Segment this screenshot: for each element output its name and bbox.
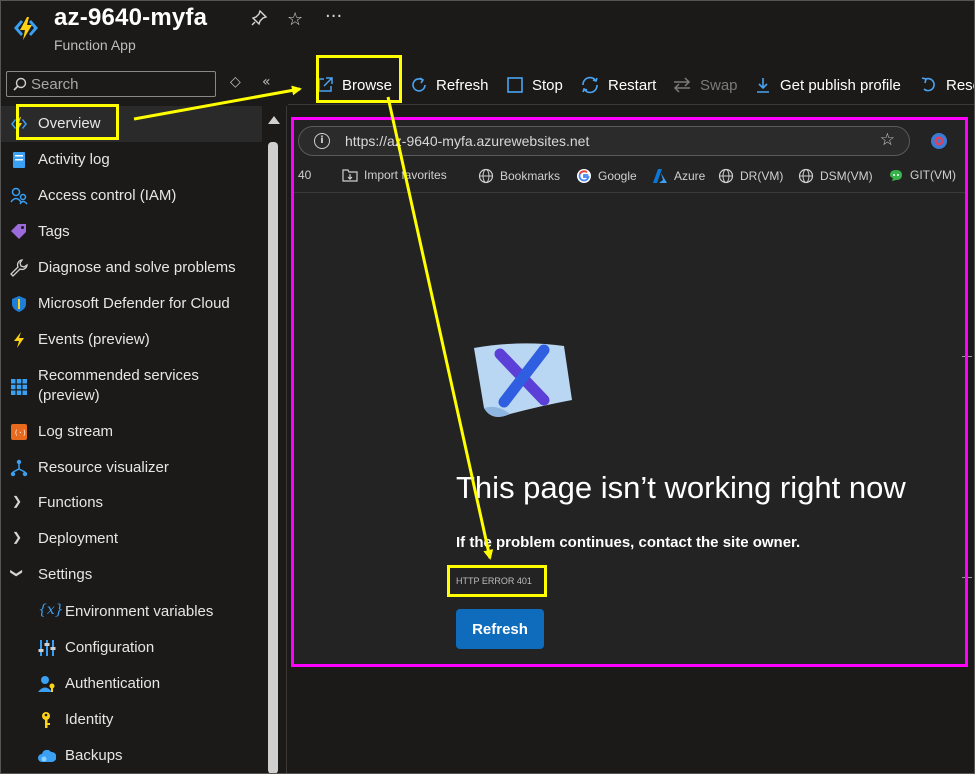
sidebar-item-log-stream[interactable]: (·) Log stream xyxy=(0,414,262,450)
globe-icon xyxy=(798,168,814,184)
globe-icon xyxy=(478,168,494,184)
sidebar-item-settings[interactable]: ❯ Settings xyxy=(0,558,262,594)
get-publish-profile-button[interactable]: Get publish profile xyxy=(754,68,901,102)
chevron-right-icon: ❯ xyxy=(12,530,23,544)
identity-key-icon xyxy=(42,712,50,728)
sidebar-item-defender[interactable]: Microsoft Defender for Cloud xyxy=(0,286,262,322)
tag-icon xyxy=(11,224,26,239)
search-input[interactable] xyxy=(31,74,211,94)
error-title: This page isn’t working right now xyxy=(456,470,906,505)
iam-icon xyxy=(10,187,28,205)
variable-icon: {x} xyxy=(38,602,64,618)
browser-window: i https://az-9640-myfa.azurewebsites.net… xyxy=(294,120,966,666)
edge-tick xyxy=(962,356,972,357)
edge-tick xyxy=(962,577,972,578)
collapse-sidebar-icon[interactable]: « xyxy=(262,74,271,90)
shield-icon xyxy=(12,296,26,312)
reset-icon xyxy=(921,77,935,92)
bookmark-import-favorites[interactable]: Import favorites xyxy=(342,168,447,182)
scroll-thumb[interactable] xyxy=(268,142,278,774)
error-message: If the problem continues, contact the si… xyxy=(456,534,801,551)
sort-icon[interactable]: ◇ xyxy=(230,74,241,90)
bookmark-dsm-vm[interactable]: DSM(VM) xyxy=(798,168,873,184)
star-icon[interactable]: ☆ xyxy=(287,9,303,30)
chevron-down-icon: ❯ xyxy=(10,567,25,579)
bookmark-bookmarks[interactable]: Bookmarks xyxy=(478,168,560,184)
function-app-icon xyxy=(11,117,27,131)
cloud-backup-icon xyxy=(38,749,56,762)
user-key-icon xyxy=(38,676,55,692)
scroll-up-arrow-icon[interactable] xyxy=(268,116,280,124)
sidebar-item-tags[interactable]: Tags xyxy=(0,214,262,250)
sidebar-item-environment-variables[interactable]: {x} Environment variables xyxy=(0,594,262,630)
pin-icon[interactable] xyxy=(250,9,268,32)
site-info-icon[interactable]: i xyxy=(314,133,330,149)
lightning-icon xyxy=(14,332,24,348)
toolbar-divider xyxy=(288,104,975,105)
search-box[interactable] xyxy=(6,71,216,97)
download-icon xyxy=(757,78,769,93)
sidebar-item-diagnose[interactable]: Diagnose and solve problems xyxy=(0,250,262,286)
bookmark-dr-vm[interactable]: DR(VM) xyxy=(718,168,783,184)
sidebar-item-access-control[interactable]: Access control (IAM) xyxy=(0,178,262,214)
resource-header: az-9640-myfa Function App ☆ ··· xyxy=(0,0,975,62)
error-code: HTTP ERROR 401 xyxy=(456,576,532,586)
stop-icon xyxy=(507,77,523,93)
resource-title: az-9640-myfa xyxy=(54,4,208,31)
restart-icon xyxy=(582,76,598,94)
star-icon[interactable]: ☆ xyxy=(880,130,895,150)
browse-button[interactable]: Browse xyxy=(316,68,392,102)
refresh-button[interactable]: Refresh xyxy=(410,68,489,102)
visualizer-icon xyxy=(10,459,28,477)
address-bar[interactable]: i https://az-9640-myfa.azurewebsites.net… xyxy=(298,126,910,156)
sidebar-item-identity[interactable]: Identity xyxy=(0,702,262,738)
resource-menu: Overview Activity log Access control (IA… xyxy=(0,106,262,774)
activity-log-icon xyxy=(13,152,25,168)
error-illustration-icon xyxy=(474,343,572,417)
sidebar-item-overview[interactable]: Overview xyxy=(0,106,262,142)
sliders-icon xyxy=(38,640,56,656)
swap-icon xyxy=(673,77,691,93)
log-stream-icon: (·) xyxy=(11,424,27,440)
resource-type: Function App xyxy=(54,37,136,53)
sidebar-item-deployment[interactable]: ❯ Deployment xyxy=(0,522,262,558)
refresh-icon xyxy=(412,77,426,92)
sidebar-item-functions[interactable]: ❯ Functions xyxy=(0,486,262,522)
git-icon xyxy=(890,170,902,181)
browser-divider xyxy=(294,192,966,193)
refresh-button[interactable]: Refresh xyxy=(456,609,544,649)
sidebar-item-activity-log[interactable]: Activity log xyxy=(0,142,262,178)
reset-button[interactable]: Rese xyxy=(920,68,975,102)
sidebar-scrollbar[interactable] xyxy=(265,112,281,774)
ellipsis-icon[interactable]: ··· xyxy=(325,6,342,27)
chevron-right-icon: ❯ xyxy=(12,494,23,508)
sidebar-item-resource-visualizer[interactable]: Resource visualizer xyxy=(0,450,262,486)
sidebar-item-authentication[interactable]: Authentication xyxy=(0,666,262,702)
bookmark-item[interactable]: 40 xyxy=(298,168,311,182)
azure-icon xyxy=(653,169,667,183)
import-icon xyxy=(342,169,358,182)
google-icon xyxy=(577,169,591,183)
swap-button[interactable]: Swap xyxy=(672,68,738,102)
bookmarks-bar: 40 Import favorites Bookmarks Google Azu… xyxy=(294,164,966,190)
bookmark-azure[interactable]: Azure xyxy=(652,168,705,184)
restart-button[interactable]: Restart xyxy=(580,68,656,102)
sidebar-item-backups[interactable]: Backups xyxy=(0,738,262,774)
stop-button[interactable]: Stop xyxy=(506,68,563,102)
function-app-icon xyxy=(14,17,38,40)
url-text: https://az-9640-myfa.azurewebsites.net xyxy=(345,133,590,149)
pane-divider xyxy=(286,106,287,774)
bookmark-google[interactable]: Google xyxy=(576,168,637,184)
sidebar-item-recommended-services[interactable]: Recommended services (preview) xyxy=(0,358,262,414)
open-external-icon xyxy=(318,77,333,92)
wrench-icon xyxy=(10,259,28,277)
sidebar-item-configuration[interactable]: Configuration xyxy=(0,630,262,666)
bookmark-git-vm[interactable]: GIT(VM) xyxy=(888,168,956,182)
copilot-icon[interactable] xyxy=(930,132,948,150)
grid-icon xyxy=(11,379,27,395)
svg-text:(·): (·) xyxy=(14,429,27,437)
sidebar-item-events[interactable]: Events (preview) xyxy=(0,322,262,358)
search-icon xyxy=(13,77,27,91)
globe-icon xyxy=(718,168,734,184)
